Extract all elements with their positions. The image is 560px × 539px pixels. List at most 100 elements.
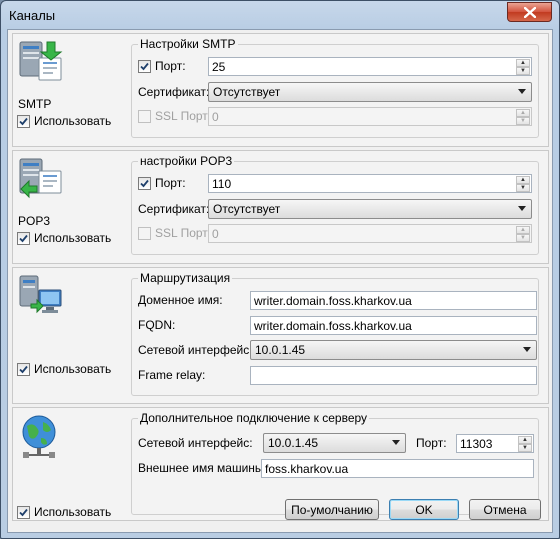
fqdn-input[interactable]: writer.domain.foss.kharkov.ua (250, 316, 537, 335)
smtp-use-label: Использовать (34, 114, 112, 128)
smtp-left-pane: SMTP Использовать (13, 34, 123, 146)
checkmark-icon (140, 179, 149, 187)
fqdn-value: writer.domain.foss.kharkov.ua (254, 319, 412, 333)
cancel-button[interactable]: Отмена (469, 499, 541, 520)
smtp-ssl-spinner[interactable]: ▲ ▼ (516, 109, 530, 125)
extra-port-spinner[interactable]: ▲ ▼ (518, 436, 532, 452)
pop3-port-input[interactable]: 110 ▲ ▼ (208, 174, 532, 193)
spin-up-icon[interactable]: ▲ (516, 109, 530, 117)
routing-settings-group: Маршрутизация Доменное имя: writer.domai… (131, 271, 539, 396)
smtp-ssl-input[interactable]: 0 ▲ ▼ (208, 107, 532, 126)
globe-network-icon (22, 415, 56, 458)
smtp-port-input[interactable]: 25 ▲ ▼ (208, 57, 532, 76)
spin-down-icon[interactable]: ▼ (518, 444, 532, 452)
smtp-port-value: 25 (212, 60, 226, 74)
extra-port-label: Порт: (416, 436, 447, 450)
pop3-cert-value: Отсутствует (213, 202, 281, 216)
checkbox-box[interactable] (138, 109, 151, 123)
default-button[interactable]: По-умолчанию (285, 499, 379, 520)
extname-value: foss.kharkov.ua (265, 462, 349, 476)
smtp-ssl-label: SSL Порт: (155, 109, 212, 123)
network-computer-icon (19, 275, 62, 314)
pop3-use-label: Использовать (34, 231, 112, 245)
extra-port-value: 11303 (460, 437, 493, 451)
pop3-group-title: настройки POP3 (138, 154, 235, 168)
dialog-window: Каналы SMTP Использовать Настройки SMTP … (0, 0, 560, 539)
spin-down-icon[interactable]: ▼ (516, 67, 530, 75)
extname-label: Внешнее имя машины: (138, 461, 267, 475)
pop3-use-checkbox[interactable]: Использовать (17, 231, 111, 245)
routing-use-label: Использовать (34, 362, 112, 376)
domain-name-label: Доменное имя: (138, 293, 223, 307)
checkbox-box[interactable] (17, 114, 30, 128)
smtp-cert-value: Отсутствует (213, 85, 281, 99)
extname-input[interactable]: foss.kharkov.ua (261, 459, 534, 478)
pop3-settings-group: настройки POP3 Порт: 110 ▲ ▼ Сертификат: … (131, 154, 539, 255)
checkmark-icon (19, 508, 28, 516)
chevron-down-icon (523, 347, 531, 352)
extra-iface-label: Сетевой интерфейс: (138, 436, 253, 450)
chevron-down-icon (518, 89, 526, 94)
checkbox-box[interactable] (138, 226, 151, 240)
checkmark-icon (140, 62, 149, 70)
pop3-ssl-label: SSL Порт: (155, 226, 212, 240)
routing-group-title: Маршрутизация (138, 271, 233, 285)
spin-down-icon[interactable]: ▼ (516, 117, 530, 125)
pop3-ssl-spinner[interactable]: ▲ ▼ (516, 226, 530, 242)
checkbox-box[interactable] (138, 59, 151, 73)
extra-iface-value: 10.0.1.45 (268, 436, 319, 450)
pop3-port-value: 110 (212, 177, 232, 191)
extra-iface-select[interactable]: 10.0.1.45 (263, 433, 406, 453)
checkbox-box[interactable] (17, 231, 30, 245)
frame-relay-label: Frame relay: (138, 368, 206, 382)
checkbox-box[interactable] (17, 505, 30, 519)
smtp-use-checkbox[interactable]: Использовать (17, 114, 111, 128)
routing-use-checkbox[interactable]: Использовать (17, 362, 111, 376)
routing-left-pane: Использовать (13, 268, 123, 403)
smtp-server-icon (19, 41, 63, 81)
title-bar[interactable]: Каналы (1, 1, 559, 29)
pop3-left-pane: POP3 Использовать (13, 151, 123, 263)
frame-relay-input[interactable] (250, 366, 537, 385)
window-title: Каналы (9, 8, 56, 23)
domain-name-input[interactable]: writer.domain.foss.kharkov.ua (250, 291, 537, 310)
smtp-group-title: Настройки SMTP (138, 37, 238, 51)
checkbox-box[interactable] (138, 176, 151, 190)
spin-down-icon[interactable]: ▼ (516, 184, 530, 192)
extra-port-input[interactable]: 11303 ▲ ▼ (456, 434, 534, 453)
smtp-ssl-checkbox[interactable]: SSL Порт: (138, 109, 211, 123)
routing-section: Использовать Маршрутизация Доменное имя:… (12, 267, 549, 404)
spin-up-icon[interactable]: ▲ (516, 59, 530, 67)
spin-up-icon[interactable]: ▲ (516, 176, 530, 184)
smtp-port-label: Порт: (155, 59, 186, 73)
pop3-section: POP3 Использовать настройки POP3 Порт: 1… (12, 150, 549, 264)
close-button[interactable] (507, 2, 552, 22)
smtp-section: SMTP Использовать Настройки SMTP Порт: 2… (12, 33, 549, 147)
fqdn-label: FQDN: (138, 318, 176, 332)
close-icon (523, 6, 536, 18)
pop3-ssl-checkbox[interactable]: SSL Порт: (138, 226, 211, 240)
pop3-port-spinner[interactable]: ▲ ▼ (516, 176, 530, 192)
checkmark-icon (19, 234, 28, 242)
extra-use-label: Использовать (34, 505, 112, 519)
smtp-protocol-label: SMTP (18, 97, 52, 111)
checkbox-box[interactable] (17, 362, 30, 376)
ok-button[interactable]: OK (389, 499, 459, 520)
spin-down-icon[interactable]: ▼ (516, 234, 530, 242)
domain-name-value: writer.domain.foss.kharkov.ua (254, 294, 412, 308)
pop3-port-label: Порт: (155, 176, 186, 190)
pop3-cert-select[interactable]: Отсутствует (208, 199, 532, 219)
extra-use-checkbox[interactable]: Использовать (17, 505, 111, 519)
pop3-server-icon (19, 158, 62, 199)
pop3-protocol-label: POP3 (18, 214, 51, 228)
routing-iface-select[interactable]: 10.0.1.45 (250, 340, 537, 360)
pop3-cert-label: Сертификат: (138, 202, 210, 216)
smtp-port-checkbox[interactable]: Порт: (138, 59, 186, 73)
smtp-port-spinner[interactable]: ▲ ▼ (516, 59, 530, 75)
spin-up-icon[interactable]: ▲ (516, 226, 530, 234)
pop3-ssl-input[interactable]: 0 ▲ ▼ (208, 224, 532, 243)
pop3-port-checkbox[interactable]: Порт: (138, 176, 186, 190)
smtp-cert-select[interactable]: Отсутствует (208, 82, 532, 102)
routing-iface-value: 10.0.1.45 (255, 343, 306, 357)
spin-up-icon[interactable]: ▲ (518, 436, 532, 444)
